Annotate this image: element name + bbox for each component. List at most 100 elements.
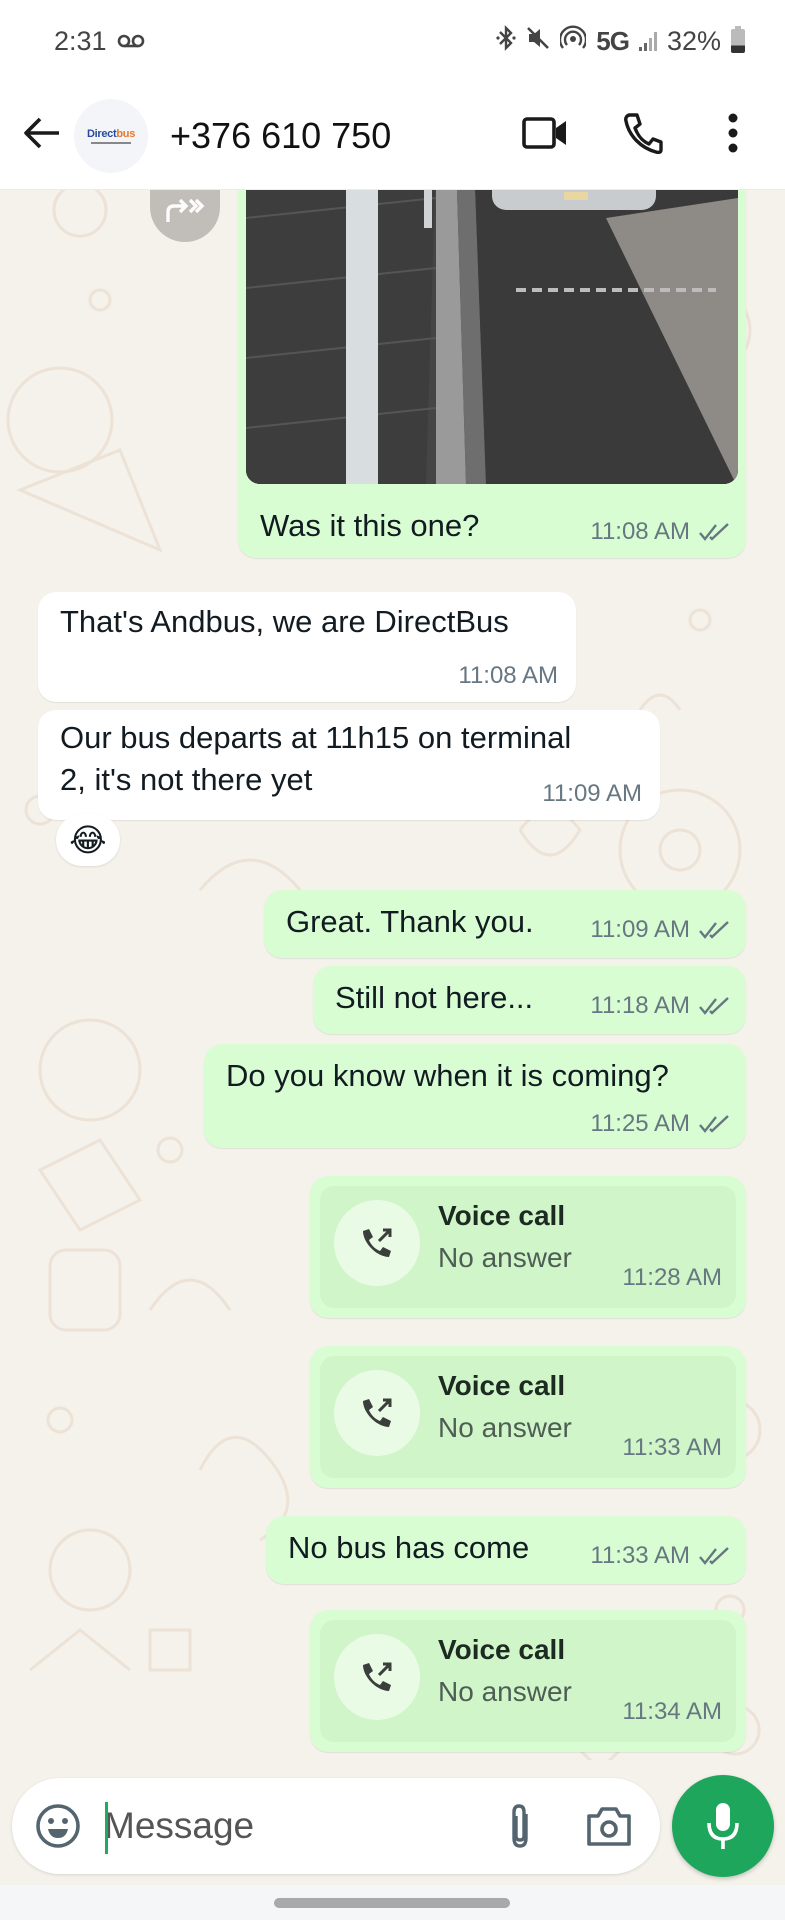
double-check-icon	[699, 997, 729, 1015]
message-incoming[interactable]: That's Andbus, we are DirectBus 11:08 AM	[38, 592, 576, 702]
message-time: 11:18 AM	[590, 992, 690, 1019]
call-title: Voice call	[438, 1200, 566, 1231]
arrow-left-icon	[23, 116, 61, 155]
microphone-icon	[707, 1803, 739, 1849]
call-message[interactable]: Voice call No answer 11:34 AM	[310, 1610, 746, 1752]
call-card: Voice call No answer 11:34 AM	[320, 1620, 736, 1742]
paperclip-icon	[512, 1804, 528, 1848]
message-meta: 11:08 AM	[458, 662, 558, 690]
voice-call-button[interactable]	[613, 106, 673, 166]
camera-button[interactable]	[584, 1802, 634, 1850]
message-meta: 11:18 AM	[590, 992, 732, 1020]
hotspot-icon	[559, 25, 588, 58]
call-icon-circle	[334, 1370, 420, 1456]
battery-icon	[731, 26, 745, 53]
message-time: 11:08 AM	[590, 518, 690, 545]
more-options-button[interactable]	[703, 106, 763, 166]
home-gesture-handle[interactable]	[274, 1898, 510, 1908]
call-title: Voice call	[438, 1634, 566, 1665]
double-check-icon	[699, 523, 729, 541]
laughing-emoji-icon: 😂	[69, 822, 107, 858]
more-vert-icon	[727, 113, 739, 158]
call-status: No answer	[438, 1412, 572, 1443]
message-outgoing[interactable]: Still not here... 11:18 AM	[313, 966, 746, 1034]
outgoing-call-icon	[363, 1398, 392, 1427]
contact-name[interactable]: +376 610 750	[170, 115, 515, 157]
call-card: Voice call No answer 11:33 AM	[320, 1356, 736, 1478]
message-meta: 11:33 AM	[590, 1542, 732, 1570]
mute-icon	[526, 25, 550, 58]
text-cursor	[105, 1802, 108, 1854]
battery-percent: 32%	[666, 25, 721, 56]
message-composer	[12, 1778, 660, 1874]
status-right: 5G 32%	[496, 24, 745, 58]
message-text: No bus has come	[288, 1530, 530, 1565]
logo-tagline	[91, 141, 131, 144]
call-card: Voice call No answer 11:28 AM	[320, 1186, 736, 1308]
message-meta: 11:09 AM	[590, 916, 732, 944]
chat-header: Directbus +376 610 750	[0, 82, 785, 190]
chat-area[interactable]: Was it this one? 11:08 AM That's Andbus,…	[0, 190, 785, 1760]
message-caption: Was it this one?	[260, 508, 480, 543]
emoji-button[interactable]	[34, 1802, 82, 1850]
call-status: No answer	[438, 1676, 572, 1707]
message-outgoing[interactable]: Great. Thank you. 11:09 AM	[264, 890, 746, 958]
message-time: 11:33 AM	[590, 1542, 690, 1569]
call-message[interactable]: Voice call No answer 11:33 AM	[310, 1346, 746, 1488]
network-type: 5G	[596, 25, 630, 56]
forward-icon	[163, 196, 207, 231]
outgoing-call-icon	[363, 1228, 392, 1257]
message-meta: 11:25 AM	[590, 1110, 732, 1138]
avatar[interactable]: Directbus	[74, 98, 148, 173]
message-text: Still not here...	[335, 980, 534, 1015]
message-time: 11:28 AM	[622, 1264, 722, 1291]
message-time: 11:33 AM	[622, 1434, 722, 1461]
message-text: That's Andbus, we are DirectBus	[60, 604, 509, 639]
message-time: 11:08 AM	[458, 662, 558, 689]
video-call-button[interactable]	[515, 106, 575, 166]
call-icon-circle	[334, 1200, 420, 1286]
back-button[interactable]	[14, 106, 70, 166]
outgoing-call-icon	[363, 1662, 392, 1691]
call-status: No answer	[438, 1242, 572, 1273]
shared-photo[interactable]	[246, 190, 738, 484]
double-check-icon	[699, 1115, 729, 1133]
call-title: Voice call	[438, 1370, 566, 1401]
status-bar: 2:31 5G 32%	[0, 0, 785, 82]
emoji-icon	[36, 1804, 80, 1848]
message-outgoing[interactable]: No bus has come 11:33 AM	[266, 1516, 746, 1584]
message-time: 11:25 AM	[590, 1110, 690, 1137]
status-left: 2:31	[54, 26, 145, 57]
message-time: 11:09 AM	[542, 780, 642, 807]
message-text: Do you know when it is coming?	[226, 1058, 669, 1093]
message-text-line2: 2, it's not there yet	[60, 762, 313, 797]
camera-icon	[587, 1807, 631, 1846]
message-meta: 11:08 AM	[590, 518, 732, 546]
bluetooth-icon	[496, 24, 516, 58]
double-check-icon	[699, 1547, 729, 1565]
message-time: 11:34 AM	[622, 1698, 722, 1725]
double-check-icon	[699, 921, 729, 939]
call-message[interactable]: Voice call No answer 11:28 AM	[310, 1176, 746, 1318]
message-incoming[interactable]: Our bus departs at 11h15 on terminal 2, …	[38, 710, 660, 820]
logo-text-direct: Direct	[86, 127, 117, 140]
avatar-logo: Directbus	[87, 128, 135, 140]
phone-icon	[623, 112, 663, 159]
message-meta: 11:09 AM	[542, 780, 642, 808]
bus-stop-photo	[246, 190, 738, 484]
message-text-line1: Our bus departs at 11h15 on terminal	[60, 720, 572, 755]
logo-text-bus: bus	[116, 127, 136, 140]
call-icon-circle	[334, 1634, 420, 1720]
signal-icon	[638, 31, 657, 51]
message-image-outgoing[interactable]: Was it this one? 11:08 AM	[238, 190, 746, 558]
message-text: Great. Thank you.	[286, 904, 534, 939]
video-icon	[522, 116, 568, 155]
message-outgoing[interactable]: Do you know when it is coming? 11:25 AM	[204, 1044, 746, 1148]
status-time: 2:31	[54, 25, 107, 56]
attach-button[interactable]	[496, 1800, 544, 1852]
voicemail-icon	[117, 28, 145, 54]
message-input[interactable]	[104, 1796, 464, 1856]
reaction-badge[interactable]: 😂	[56, 814, 120, 866]
voice-message-button[interactable]	[672, 1775, 774, 1877]
message-time: 11:09 AM	[590, 916, 690, 943]
